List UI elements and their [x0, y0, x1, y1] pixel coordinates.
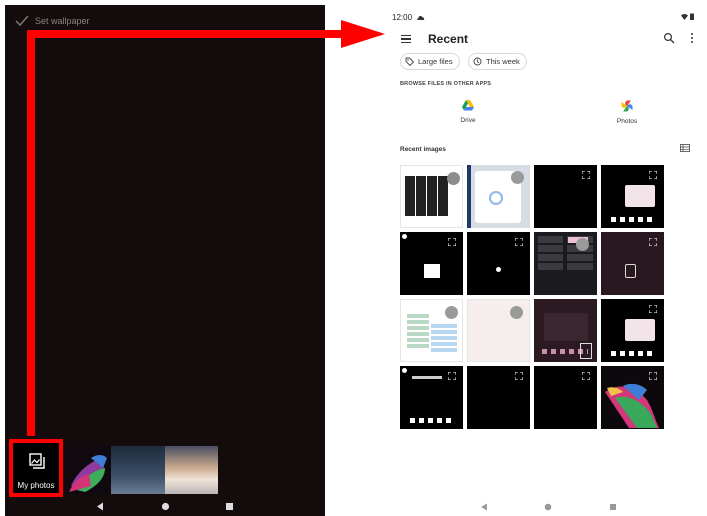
- more-vert-icon[interactable]: [689, 32, 695, 44]
- recent-images-heading: Recent images: [400, 146, 446, 153]
- expand-icon: [515, 372, 523, 380]
- image-tile[interactable]: [467, 165, 530, 228]
- image-tile[interactable]: [534, 165, 597, 228]
- files-recent-screen: 12:00 Recent Large files This week BROWS…: [385, 5, 707, 516]
- page-title: Recent: [428, 32, 469, 46]
- navigation-bar: [385, 499, 707, 516]
- expand-icon: [582, 171, 590, 179]
- my-photos-button[interactable]: My photos: [9, 439, 63, 497]
- wallpaper-thumbnail[interactable]: [63, 446, 111, 494]
- chip-label: This week: [486, 57, 520, 66]
- home-icon[interactable]: [544, 503, 552, 511]
- chip-label: Large files: [418, 57, 453, 66]
- chip-this-week[interactable]: This week: [468, 53, 527, 70]
- app-photos[interactable]: Photos: [607, 100, 647, 125]
- image-tile[interactable]: [601, 165, 664, 228]
- recents-icon[interactable]: [609, 503, 617, 511]
- expand-icon: [649, 171, 657, 179]
- expand-icon: [649, 238, 657, 246]
- expand-icon: [515, 238, 523, 246]
- search-icon[interactable]: [663, 32, 675, 44]
- image-tile[interactable]: [601, 232, 664, 295]
- back-icon[interactable]: [480, 503, 488, 511]
- app-label: Photos: [616, 118, 638, 125]
- app-drive[interactable]: Drive: [448, 100, 488, 124]
- image-tile[interactable]: [601, 299, 664, 362]
- image-tile[interactable]: [467, 232, 530, 295]
- browse-files-heading: BROWSE FILES IN OTHER APPS: [400, 81, 492, 87]
- my-photos-label: My photos: [17, 481, 55, 490]
- annotation-arrow-vertical: [27, 30, 35, 436]
- cloud-icon: [417, 15, 425, 20]
- expand-icon: [649, 305, 657, 313]
- image-tile[interactable]: [467, 299, 530, 362]
- tag-icon: [405, 57, 414, 66]
- history-icon: [473, 57, 482, 66]
- annotation-arrow-horizontal: [27, 30, 345, 38]
- back-icon[interactable]: [96, 502, 104, 511]
- check-icon[interactable]: [15, 14, 29, 28]
- battery-icon: [690, 13, 694, 20]
- list-view-icon[interactable]: [680, 144, 690, 152]
- app-label: Drive: [460, 117, 476, 124]
- image-tile[interactable]: [534, 299, 597, 362]
- wallpaper-thumbnail[interactable]: [111, 446, 165, 494]
- chip-large-files[interactable]: Large files: [400, 53, 460, 70]
- photos-pinwheel-icon: [621, 100, 633, 112]
- expand-icon: [448, 372, 456, 380]
- recents-icon[interactable]: [225, 502, 234, 511]
- expand-icon: [448, 238, 456, 246]
- drive-icon: [462, 100, 474, 111]
- screenshot-root: Set wallpaper My photos 12:00 Recent Lar…: [0, 0, 707, 516]
- wifi-icon: [681, 14, 688, 20]
- image-tile[interactable]: [400, 366, 463, 429]
- image-tile[interactable]: [534, 366, 597, 429]
- image-tile[interactable]: [400, 299, 463, 362]
- wallpaper-picker-screen: Set wallpaper My photos: [5, 5, 325, 516]
- home-icon[interactable]: [161, 502, 170, 511]
- expand-icon: [582, 372, 590, 380]
- photo-gallery-icon: [29, 453, 45, 469]
- image-tile[interactable]: [534, 232, 597, 295]
- menu-icon[interactable]: [401, 35, 411, 44]
- image-tile[interactable]: [601, 366, 664, 429]
- image-tile[interactable]: [400, 165, 463, 228]
- set-wallpaper-label[interactable]: Set wallpaper: [35, 16, 90, 26]
- status-time: 12:00: [392, 13, 413, 22]
- app-bar: Recent: [385, 27, 707, 53]
- image-tile[interactable]: [400, 232, 463, 295]
- image-tile[interactable]: [467, 366, 530, 429]
- navigation-bar: [5, 499, 325, 516]
- annotation-arrow-head: [341, 20, 385, 48]
- wallpaper-thumbnail[interactable]: [165, 446, 218, 494]
